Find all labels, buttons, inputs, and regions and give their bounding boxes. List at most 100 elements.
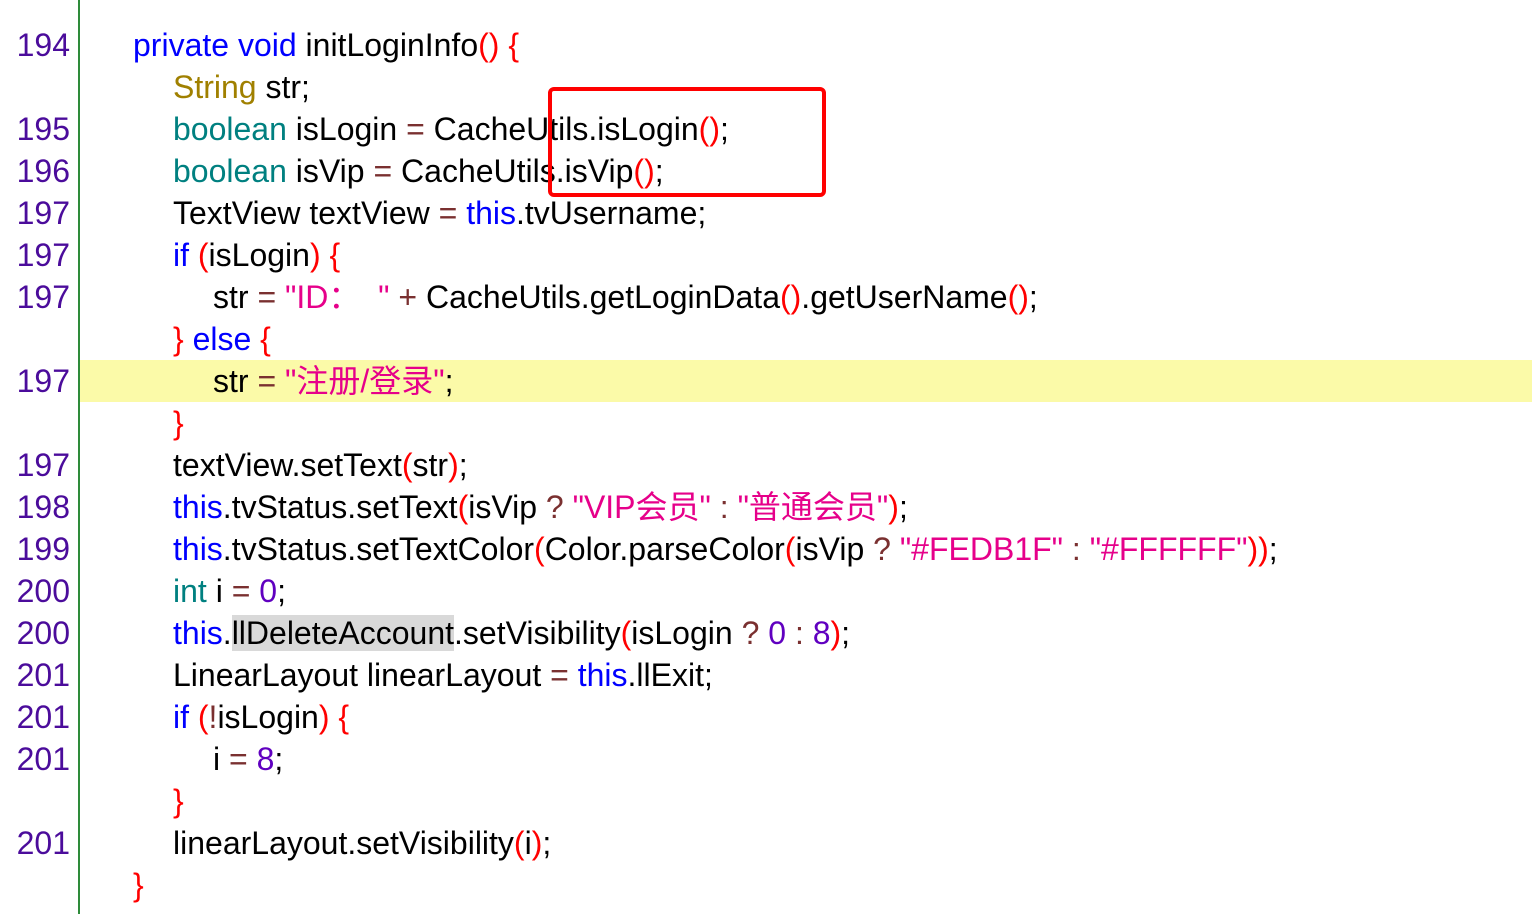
code-line[interactable]: 201 LinearLayout linearLayout = this.llEx… — [0, 654, 1532, 696]
code-line[interactable]: 197 str = "ID： " + CacheUtils.getLoginDat… — [0, 276, 1532, 318]
code-text: String str; — [173, 66, 310, 108]
code-token: = — [257, 363, 277, 399]
code-line[interactable]: } — [0, 402, 1532, 444]
code-token: ; — [458, 447, 468, 483]
code-token: ) — [888, 489, 899, 525]
code-line[interactable]: 197 str = "注册/登录"; — [0, 360, 1532, 402]
code-line[interactable]: 198 this.tvStatus.setText(isVip ? "VIP会员"… — [0, 486, 1532, 528]
code-token: . — [222, 615, 232, 651]
code-line[interactable]: 201 if (!isLogin) { — [0, 696, 1532, 738]
code-token: } — [173, 321, 184, 357]
code-line[interactable]: 200 int i = 0; — [0, 570, 1532, 612]
code-token: .getUserName — [801, 279, 1008, 315]
code-line[interactable]: 194 private void initLoginInfo() { — [0, 24, 1532, 66]
code-text: LinearLayout linearLayout = this.llExit; — [173, 654, 713, 696]
code-token: .tvStatus.setText — [222, 489, 458, 525]
code-token: this — [173, 615, 223, 651]
code-editor[interactable]: 194 private void initLoginInfo() {String … — [0, 0, 1532, 914]
code-token: ; — [1028, 279, 1038, 315]
code-token: isVip — [286, 153, 374, 189]
code-token: ; — [277, 573, 286, 609]
code-line[interactable]: 196 boolean isVip = CacheUtils.isVip(); — [0, 150, 1532, 192]
code-line[interactable]: String str; — [0, 66, 1532, 108]
line-number: 201 — [16, 741, 70, 777]
code-line[interactable]: 197 textView.setText(str); — [0, 444, 1532, 486]
code-line[interactable]: 199 this.tvStatus.setTextColor(Color.pars… — [0, 528, 1532, 570]
line-number: 196 — [16, 153, 70, 189]
code-token: = — [373, 153, 393, 189]
code-text: str = "注册/登录"; — [213, 360, 454, 402]
code-line[interactable]: 195 boolean isLogin = CacheUtils.isLogin(… — [0, 108, 1532, 150]
code-text: TextView textView = this.tvUsername; — [173, 192, 706, 234]
code-token: ? — [741, 615, 760, 651]
code-token: () — [633, 153, 655, 189]
code-token: = — [229, 741, 248, 777]
code-token: () { — [478, 27, 519, 63]
code-line[interactable]: 197 if (isLogin) { — [0, 234, 1532, 276]
code-token: ( — [401, 447, 413, 483]
code-token: isLogin — [286, 111, 407, 147]
code-token: () — [779, 279, 802, 315]
code-token: isLogin — [631, 615, 742, 651]
code-token: str — [213, 279, 258, 315]
code-token: 8 — [256, 741, 275, 777]
code-token: : — [786, 615, 813, 651]
code-line[interactable]: 201 linearLayout.setVisibility(i); — [0, 822, 1532, 864]
code-token: .setVisibility — [454, 615, 621, 651]
code-token: } — [173, 405, 184, 441]
code-line[interactable]: } — [0, 780, 1532, 822]
code-token: isLogin — [208, 237, 310, 273]
code-token: ; — [274, 741, 284, 777]
code-token: this — [466, 195, 516, 231]
line-number: 197 — [16, 363, 70, 399]
code-token: ; — [542, 825, 552, 861]
code-text: this.tvStatus.setTextColor(Color.parseCo… — [173, 528, 1278, 570]
code-token: this — [173, 489, 223, 525]
line-number: 197 — [16, 447, 70, 483]
code-token: isVip — [795, 531, 874, 567]
code-token: ) { — [309, 237, 341, 273]
code-text: private void initLoginInfo() { — [133, 24, 519, 66]
code-token: ) { — [318, 699, 350, 735]
code-token: i — [213, 741, 229, 777]
code-token: str — [213, 363, 258, 399]
line-number: 200 — [16, 615, 70, 651]
line-number: 197 — [16, 237, 70, 273]
code-token: llDeleteAccount — [231, 615, 455, 651]
code-token: ; — [654, 153, 664, 189]
code-line[interactable]: 201 i = 8; — [0, 738, 1532, 780]
code-token: = — [438, 195, 458, 231]
code-text: boolean isLogin = CacheUtils.isLogin(); — [173, 108, 729, 150]
code-token: () — [1007, 279, 1029, 315]
code-token: { — [260, 321, 271, 357]
code-token: ( — [457, 489, 469, 525]
code-token: ( — [784, 531, 796, 567]
code-line[interactable]: } — [0, 864, 1532, 906]
code-text: if (isLogin) { — [173, 234, 340, 276]
code-token: "注册/登录" — [285, 363, 445, 399]
code-token: TextView textView — [173, 195, 439, 231]
code-token: if — [173, 699, 189, 735]
code-line[interactable]: 197 TextView textView = this.tvUsername; — [0, 192, 1532, 234]
code-token: CacheUtils.isLogin — [424, 111, 699, 147]
code-line[interactable]: } else { — [0, 318, 1532, 360]
line-number: 201 — [16, 825, 70, 861]
code-token: i — [206, 573, 232, 609]
line-number: 198 — [16, 489, 70, 525]
code-line[interactable]: 200 this.llDeleteAccount.setVisibility(is… — [0, 612, 1532, 654]
code-token: if — [173, 237, 189, 273]
code-token: .tvUsername; — [515, 195, 707, 231]
code-text: } else { — [173, 318, 271, 360]
code-token: i — [524, 825, 532, 861]
line-number: 197 — [16, 279, 70, 315]
code-token: = — [231, 573, 251, 609]
code-token: int — [173, 573, 207, 609]
code-token: CacheUtils.getLoginData — [426, 279, 780, 315]
code-token: : — [1063, 531, 1090, 567]
code-token: = — [550, 657, 569, 693]
